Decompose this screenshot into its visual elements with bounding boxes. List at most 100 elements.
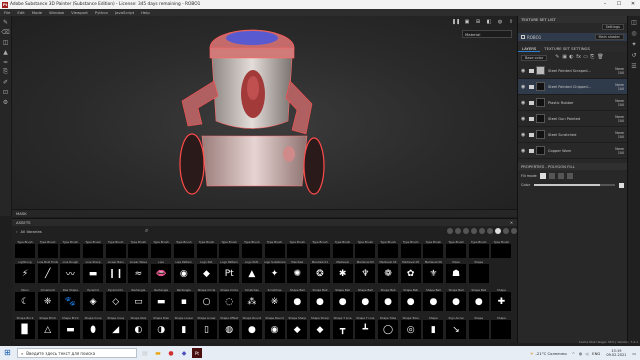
share-icon[interactable]: ⇪ (507, 18, 515, 25)
visibility-eye-icon[interactable]: ◉ (521, 100, 526, 106)
asset-thumbnail[interactable]: Shape Cone ◢ (105, 316, 127, 344)
grid-icon[interactable]: ⊞ (474, 18, 482, 25)
windows-start-icon[interactable]: ⊞ (4, 348, 14, 358)
filter-icon[interactable] (495, 228, 501, 234)
fill-polygon-button[interactable] (548, 172, 555, 179)
asset-thumbnail[interactable]: Medieval 06 ⚜ (422, 260, 444, 288)
asset-thumbnail[interactable]: Shape Linear ▯ (196, 316, 218, 344)
asset-thumbnail[interactable]: Sign Arrow ↘ (445, 316, 467, 344)
visibility-eye-icon[interactable]: ◉ (521, 84, 526, 90)
painter-taskbar-icon[interactable]: Pt (192, 348, 202, 358)
task-view-icon[interactable]: ▤ (140, 348, 150, 358)
split-view-icon[interactable]: ◧ (485, 18, 493, 25)
material-mode-select[interactable]: Material (462, 30, 512, 38)
asset-thumbnail[interactable]: Shape Linear ▮ (173, 316, 195, 344)
texture-set-row[interactable]: ROBO1 Main shader (518, 33, 627, 41)
asset-thumbnail[interactable]: Moon ☾ (14, 288, 36, 316)
notification-icon[interactable]: ▭ (632, 351, 636, 356)
menu-viewport[interactable]: Viewport (71, 10, 88, 15)
asset-thumbnail[interactable]: Shape (468, 316, 490, 344)
layer-blend[interactable]: Norm 100 (615, 83, 624, 91)
asset-thumbnail[interactable]: Logo Substance ✦ (264, 260, 286, 288)
layer-blend[interactable]: Norm 100 (615, 67, 624, 75)
asset-thumbnail[interactable]: Shape Bell ● (400, 288, 422, 316)
layers-icon[interactable]: ☰ (630, 63, 638, 71)
projection-icon[interactable]: ◫ (2, 38, 10, 46)
asset-thumbnail[interactable]: Shape Bell ● (377, 288, 399, 316)
asset-thumbnail[interactable]: Shape Brick ▬ (59, 316, 81, 344)
channel-select[interactable]: Base color (521, 54, 548, 61)
checkbox[interactable] (521, 35, 525, 39)
back-arrow-icon[interactable]: ‹ (16, 229, 18, 234)
asset-thumbnail[interactable]: Lightning ⚡ (14, 260, 36, 288)
filter-icon[interactable] (487, 228, 493, 234)
library-select[interactable]: All libraries (21, 229, 42, 234)
display-settings-icon[interactable]: ◎ (630, 30, 638, 38)
asset-thumbnail[interactable]: Shape Tube ◎ (400, 316, 422, 344)
asset-thumbnail[interactable]: Pyramid ◈ (82, 288, 104, 316)
layer-blend[interactable]: Norm 100 (615, 131, 624, 139)
asset-thumbnail[interactable]: Shape Tube ◯ (377, 316, 399, 344)
app-icon[interactable]: ◆ (179, 348, 189, 358)
menu-javascript[interactable]: JavaScript (115, 10, 134, 15)
filter-icon[interactable] (455, 228, 461, 234)
asset-thumbnail[interactable]: Shape Circle ◌ (218, 288, 240, 316)
search-icon[interactable]: ⌕ (145, 227, 151, 235)
asset-thumbnail[interactable]: Linear Wave ≈ (127, 260, 149, 288)
asset-thumbnail[interactable]: Shape Bell ● (354, 288, 376, 316)
filter-icon[interactable] (447, 228, 453, 234)
menu-window[interactable]: Window (49, 10, 64, 15)
layer-row[interactable]: ◉ Plastic Rubber Norm 100 (518, 95, 627, 111)
layer-row[interactable]: ◉ Steel Painted Chipped... Norm 100 (518, 79, 627, 95)
shader-select[interactable]: Main shader (594, 34, 624, 40)
asset-thumbnail[interactable]: Shape Sharp ◆ (286, 316, 308, 344)
geometry-decal-icon[interactable]: ⊡ (2, 88, 10, 96)
polygon-fill-icon[interactable]: ▲ (2, 48, 10, 56)
layer-blend[interactable]: Norm 100 (615, 99, 624, 107)
layer-blend[interactable]: Norm 100 (615, 115, 624, 123)
language-indicator[interactable]: ENG (592, 351, 600, 356)
asset-thumbnail[interactable]: Lips 👄 (150, 260, 172, 288)
bake-icon[interactable]: ⚙ (2, 98, 10, 106)
tab-layers[interactable]: LAYERS (518, 45, 541, 52)
asset-thumbnail[interactable]: Logo Pattern Pt (218, 260, 240, 288)
asset-thumbnail[interactable]: Line Rough 〰 (59, 260, 81, 288)
color-slider[interactable] (534, 184, 615, 186)
network-icon[interactable]: ◍ (579, 351, 582, 356)
minimize-button[interactable]: – (598, 0, 612, 9)
delete-icon[interactable]: 🗑 (597, 55, 603, 60)
folder-icon[interactable]: ▭ (583, 55, 588, 60)
filter-icon[interactable] (503, 228, 509, 234)
pause-icon[interactable]: ❚❚ (452, 18, 460, 25)
menu-mode[interactable]: Mode (32, 10, 42, 15)
asset-thumbnail[interactable]: Lips Pattern ◉ (173, 260, 195, 288)
visibility-eye-icon[interactable]: ◉ (521, 132, 526, 138)
smudge-icon[interactable]: ≈ (2, 58, 10, 66)
asset-thumbnail[interactable]: Medieval 05 ✿ (400, 260, 422, 288)
filter-icon[interactable] (471, 228, 477, 234)
close-icon[interactable]: ✕ (510, 220, 513, 225)
asset-thumbnail[interactable]: Shape Round ◉ (264, 316, 286, 344)
menu-python[interactable]: Python (95, 10, 108, 15)
clock[interactable]: 13:19 09.02.2021 (606, 349, 626, 357)
asset-thumbnail[interactable]: Shape T Line ┻ (354, 316, 376, 344)
shader-settings-icon[interactable]: ✦ (630, 41, 638, 49)
asset-thumbnail[interactable]: Scratches ※ (264, 288, 286, 316)
asset-thumbnail[interactable]: Line Sharp ▬ (82, 260, 104, 288)
close-button[interactable]: ✕ (626, 0, 640, 9)
asset-thumbnail[interactable]: Logo Pat. ◆ (196, 260, 218, 288)
asset-thumbnail[interactable]: Shape Bell ● (332, 288, 354, 316)
asset-thumbnail[interactable]: Shape Disk ◑ (150, 316, 172, 344)
asset-thumbnail[interactable]: Rectangle ▪ (173, 288, 195, 316)
asset-thumbnail[interactable]: Rectangle ▬ (150, 288, 172, 316)
asset-thumbnail[interactable]: Shape ▮ (422, 316, 444, 344)
asset-thumbnail[interactable]: Logo Patt. ▲ (241, 260, 263, 288)
layer-row[interactable]: ◉ Steel Gun Painted Norm 100 (518, 111, 627, 127)
layer-row[interactable]: ◉ Steel Scratched Norm 100 (518, 127, 627, 143)
picker-icon[interactable]: ✐ (2, 78, 10, 86)
asset-thumbnail[interactable]: Shape Bell ● (309, 288, 331, 316)
filter-icon[interactable] (463, 228, 469, 234)
browser-icon[interactable]: ● (166, 348, 176, 358)
asset-thumbnail[interactable]: Shape Bell ● (286, 288, 308, 316)
maximize-button[interactable]: ☐ (612, 0, 626, 9)
